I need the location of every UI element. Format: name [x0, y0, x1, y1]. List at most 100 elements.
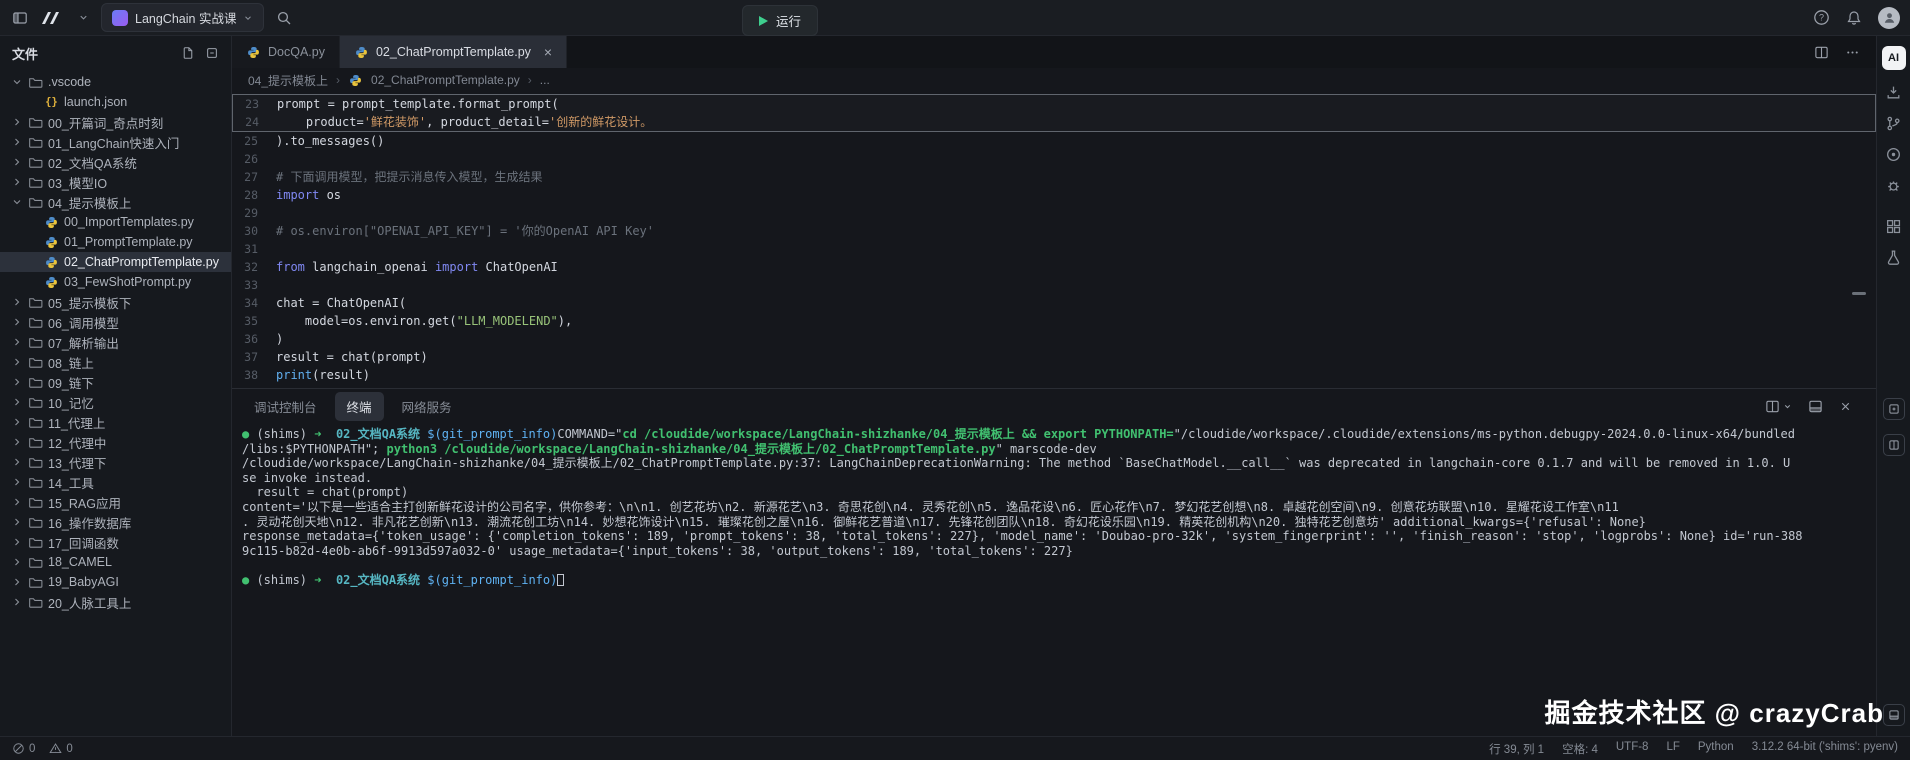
tree-folder-18_CAMEL[interactable]: 18_CAMEL: [0, 552, 231, 572]
tree-folder-05_提示模板下[interactable]: 05_提示模板下: [0, 292, 231, 312]
tree-file-03_FewShotPrompt.py[interactable]: 03_FewShotPrompt.py: [0, 272, 231, 292]
terminal-line: /cloudide/workspace/LangChain-shizhanke/…: [242, 456, 1850, 471]
tree-folder-11_代理上[interactable]: 11_代理上: [0, 412, 231, 432]
panel-actions: [1765, 399, 1866, 414]
tree-folder-04_提示模板上[interactable]: 04_提示模板上: [0, 192, 231, 212]
sidebar-toggle-icon[interactable]: [12, 10, 28, 26]
breadcrumb-symbol[interactable]: ...: [540, 73, 550, 87]
language-mode[interactable]: Python: [1698, 741, 1734, 757]
tab-terminal[interactable]: 终端: [335, 392, 384, 421]
maximize-panel-icon[interactable]: [1808, 399, 1823, 414]
deploy-icon[interactable]: [1885, 84, 1902, 101]
notifications-bell-icon[interactable]: [1846, 10, 1862, 26]
tree-folder-17_回调函数[interactable]: 17_回调函数: [0, 532, 231, 552]
code-line-23[interactable]: 23prompt = prompt_template.format_prompt…: [233, 95, 1875, 113]
new-file-icon[interactable]: [181, 46, 195, 60]
tree-folder-13_代理下[interactable]: 13_代理下: [0, 452, 231, 472]
source-control-icon[interactable]: [1885, 115, 1902, 132]
warnings-indicator[interactable]: 0: [49, 742, 72, 755]
code-line-30[interactable]: 30# os.environ["OPENAI_API_KEY"] = '你的Op…: [232, 222, 1876, 240]
code-line-31[interactable]: 31: [232, 240, 1876, 258]
tree-file-02_ChatPromptTemplate.py[interactable]: 02_ChatPromptTemplate.py: [0, 252, 231, 272]
indentation[interactable]: 空格: 4: [1562, 741, 1598, 757]
code-line-33[interactable]: 33: [232, 276, 1876, 294]
code-text: ): [276, 330, 283, 348]
tree-folder-07_解析输出[interactable]: 07_解析输出: [0, 332, 231, 352]
scrollbar-marker[interactable]: [1852, 292, 1866, 295]
code-line-32[interactable]: 32from langchain_openai import ChatOpenA…: [232, 258, 1876, 276]
tree-folder-00_开篇词_奇点时刻[interactable]: 00_开篇词_奇点时刻: [0, 112, 231, 132]
breadcrumb-folder[interactable]: 04_提示模板上: [248, 72, 328, 89]
split-terminal-icon[interactable]: [1883, 434, 1905, 456]
open-preview-icon[interactable]: [1883, 398, 1905, 420]
panel-tab-bar: 调试控制台 终端 网络服务: [232, 389, 1876, 423]
tree-folder-08_链上[interactable]: 08_链上: [0, 352, 231, 372]
code-line-26[interactable]: 26: [232, 150, 1876, 168]
topbar-right: ?: [1813, 7, 1910, 29]
python-interpreter[interactable]: 3.12.2 64-bit ('shims': pyenv): [1752, 741, 1898, 757]
code-line-37[interactable]: 37result = chat(prompt): [232, 348, 1876, 366]
tree-folder-06_调用模型[interactable]: 06_调用模型: [0, 312, 231, 332]
errors-indicator[interactable]: 0: [12, 742, 35, 755]
help-icon[interactable]: ?: [1813, 9, 1830, 26]
debug-bug-icon[interactable]: [1885, 177, 1902, 194]
python-icon: [348, 74, 363, 87]
bottom-panel-toggle-icon[interactable]: [1883, 704, 1905, 726]
tree-folder-02_文档QA系统[interactable]: 02_文档QA系统: [0, 152, 231, 172]
tree-folder-10_记忆[interactable]: 10_记忆: [0, 392, 231, 412]
explorer-title: 文件: [12, 44, 38, 63]
code-line-38[interactable]: 38print(result): [232, 366, 1876, 384]
extensions-icon[interactable]: [1885, 218, 1902, 235]
close-panel-icon[interactable]: [1839, 400, 1852, 413]
code-line-35[interactable]: 35 model=os.environ.get("LLM_MODELEND"),: [232, 312, 1876, 330]
ai-assistant-icon[interactable]: AI: [1882, 46, 1906, 70]
breadcrumb-file[interactable]: 02_ChatPromptTemplate.py: [371, 73, 520, 87]
code-line-27[interactable]: 27# 下面调用模型，把提示消息传入模型，生成结果: [232, 168, 1876, 186]
encoding[interactable]: UTF-8: [1616, 741, 1649, 757]
tree-folder-03_模型IO[interactable]: 03_模型IO: [0, 172, 231, 192]
test-beaker-icon[interactable]: [1885, 249, 1902, 266]
tree-item-label: 01_LangChain快速入门: [48, 133, 179, 152]
live-preview-icon[interactable]: [1885, 146, 1902, 163]
eol-sequence[interactable]: LF: [1666, 741, 1679, 757]
tree-folder-12_代理中[interactable]: 12_代理中: [0, 432, 231, 452]
run-button[interactable]: 运行: [742, 5, 818, 36]
collapse-folders-icon[interactable]: [205, 46, 219, 60]
code-line-34[interactable]: 34chat = ChatOpenAI(: [232, 294, 1876, 312]
code-line-36[interactable]: 36): [232, 330, 1876, 348]
workspace-badge[interactable]: LangChain 实战课: [101, 3, 264, 32]
more-actions-icon[interactable]: [1845, 45, 1860, 60]
code-line-25[interactable]: 25).to_messages(): [232, 132, 1876, 150]
tree-folder-16_操作数据库[interactable]: 16_操作数据库: [0, 512, 231, 532]
terminal-output[interactable]: ● (shims) ➜ 02_文档QA系统 $(git_prompt_info)…: [232, 423, 1876, 736]
tree-folder-19_BabyAGI[interactable]: 19_BabyAGI: [0, 572, 231, 592]
tree-file-01_PromptTemplate.py[interactable]: 01_PromptTemplate.py: [0, 232, 231, 252]
search-icon[interactable]: [276, 10, 292, 26]
tree-folder-15_RAG应用[interactable]: 15_RAG应用: [0, 492, 231, 512]
folder-icon: [28, 395, 43, 410]
tab-docqa[interactable]: DocQA.py: [232, 36, 340, 68]
cursor-position[interactable]: 行 39, 列 1: [1489, 741, 1544, 757]
tab-network-service[interactable]: 网络服务: [390, 392, 464, 421]
tab-chatprompttemplate[interactable]: 02_ChatPromptTemplate.py ×: [340, 36, 567, 68]
code-line-28[interactable]: 28import os: [232, 186, 1876, 204]
close-tab-icon[interactable]: ×: [544, 45, 552, 59]
tree-folder-.vscode[interactable]: .vscode: [0, 72, 231, 92]
chevron-right-icon: [10, 296, 23, 308]
tree-file-launch.json[interactable]: {}launch.json: [0, 92, 231, 112]
tree-folder-01_LangChain快速入门[interactable]: 01_LangChain快速入门: [0, 132, 231, 152]
code-line-24[interactable]: 24 product='鲜花装饰', product_detail='创新的鲜花…: [233, 113, 1875, 131]
tab-debug-console[interactable]: 调试控制台: [242, 392, 329, 421]
marscode-logo[interactable]: [40, 10, 66, 26]
tree-folder-20_人脉工具上[interactable]: 20_人脉工具上: [0, 592, 231, 612]
code-editor[interactable]: 23prompt = prompt_template.format_prompt…: [232, 92, 1876, 388]
panel-layout-icon[interactable]: [1765, 399, 1792, 414]
tree-folder-14_工具[interactable]: 14_工具: [0, 472, 231, 492]
code-line-29[interactable]: 29: [232, 204, 1876, 222]
tree-file-00_ImportTemplates.py[interactable]: 00_ImportTemplates.py: [0, 212, 231, 232]
split-editor-icon[interactable]: [1814, 45, 1829, 60]
chevron-right-icon: [10, 496, 23, 508]
tree-folder-09_链下[interactable]: 09_链下: [0, 372, 231, 392]
user-avatar[interactable]: [1878, 7, 1900, 29]
logo-menu-chevron-icon[interactable]: [78, 12, 89, 23]
